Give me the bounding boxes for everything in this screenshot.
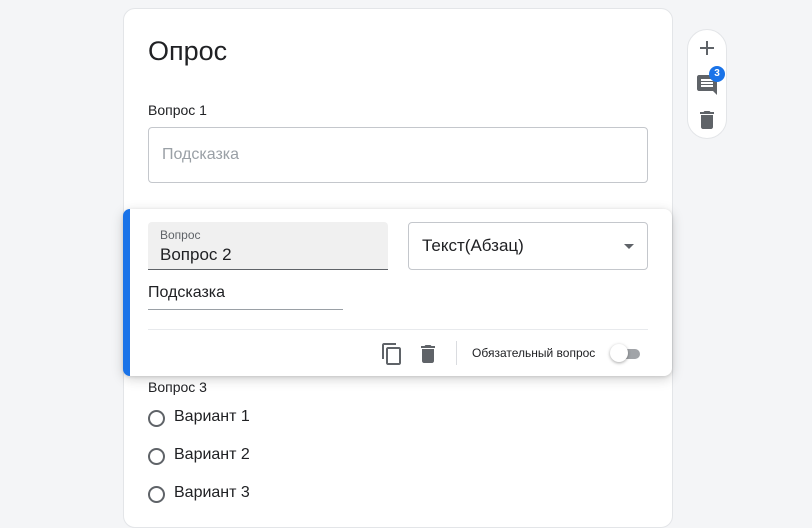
question-type-select[interactable]: Текст(Абзац) xyxy=(408,222,648,270)
delete-button[interactable] xyxy=(695,108,719,132)
question-field-label: Вопрос xyxy=(160,228,201,242)
radio-button[interactable] xyxy=(148,410,165,427)
active-question-card: Вопрос Вопрос 2 Текст(Абзац) Подсказка О… xyxy=(123,209,672,376)
copy-icon xyxy=(382,343,401,365)
question-title-field[interactable]: Вопрос Вопрос 2 xyxy=(148,222,388,270)
option-label: Вариант 2 xyxy=(174,446,250,463)
duplicate-button[interactable] xyxy=(380,342,404,366)
option-label: Вариант 3 xyxy=(174,484,250,501)
required-label: Обязательный вопрос xyxy=(472,346,596,360)
radio-button[interactable] xyxy=(148,486,165,503)
option-label: Вариант 1 xyxy=(174,408,250,425)
footer-vertical-divider xyxy=(456,341,457,365)
add-icon xyxy=(700,41,714,55)
footer-divider xyxy=(148,329,648,330)
add-question-button[interactable] xyxy=(695,36,719,60)
chevron-down-icon xyxy=(624,244,634,249)
question-hint-field[interactable]: Подсказка xyxy=(148,283,343,310)
question-1-label: Вопрос 1 xyxy=(148,102,207,118)
question-field-value: Вопрос 2 xyxy=(160,245,232,264)
radio-button[interactable] xyxy=(148,448,165,465)
question-1-hint-input[interactable]: Подсказка xyxy=(148,127,648,183)
active-indicator xyxy=(123,209,130,376)
trash-icon xyxy=(421,345,435,363)
question-3-label: Вопрос 3 xyxy=(148,379,207,395)
form-title: Опрос xyxy=(148,36,228,66)
comments-count-badge: 3 xyxy=(709,66,725,82)
trash-icon xyxy=(700,111,714,129)
delete-question-button[interactable] xyxy=(416,342,440,366)
required-toggle-knob[interactable] xyxy=(610,344,628,362)
question-type-value: Текст(Абзац) xyxy=(422,236,524,255)
